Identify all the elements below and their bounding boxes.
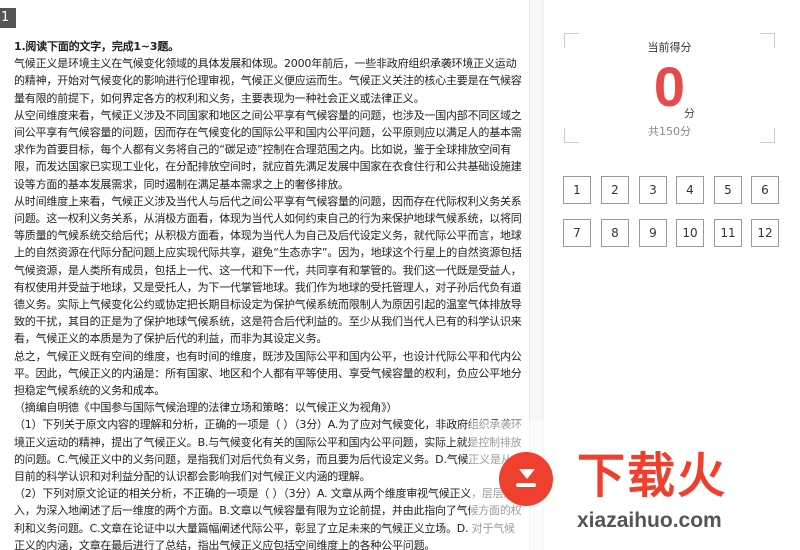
article-panel: 1 1.阅读下面的文字，完成1~3题。 气候正义是环境主义在气候变化领域的具体发… — [0, 0, 529, 550]
question-badge: 1 — [0, 8, 16, 28]
question-number-button[interactable]: 8 — [601, 219, 629, 247]
download-icon — [499, 452, 553, 506]
question-item: （1）下列关于原文内容的理解和分析，正确的一项是（ ）（3分）A.为了应对气候变… — [14, 418, 522, 484]
question-number-button[interactable]: 6 — [751, 176, 779, 204]
question-item: （2）下列对原文论证的相关分析，不正确的一项是（ ）（3分）A. 文章从两个维度… — [14, 487, 522, 550]
question-number-button[interactable]: 10 — [676, 219, 704, 247]
question-number-button[interactable]: 4 — [676, 176, 704, 204]
score-unit: 分 — [684, 107, 695, 120]
watermark-title: 下载火 — [577, 448, 728, 504]
article-paragraph: 气候正义是环境主义在气候变化领域的具体发展和体现。2000年前后，一些非政府组织… — [14, 57, 522, 105]
article-text: 1.阅读下面的文字，完成1~3题。 气候正义是环境主义在气候变化领域的具体发展和… — [14, 38, 522, 550]
question-number-button[interactable]: 2 — [601, 176, 629, 204]
article-paragraph: 总之，气候正义既有空间的维度，也有时间的维度，既涉及国际公平和国内公平，也设计代… — [14, 349, 522, 398]
article-source: （摘编自明德《中国参与国际气候治理的法律立场和策略：以气候正义为视角》） — [14, 401, 398, 415]
score-value: 0 — [653, 55, 686, 118]
score-total: 共150分 — [648, 125, 691, 138]
article-paragraph: 从空间维度来看，气候正义涉及不同国家和地区之间公平享有气候容量的问题，也涉及一国… — [14, 108, 522, 191]
question-number-button[interactable]: 9 — [639, 219, 667, 247]
question-number-button[interactable]: 3 — [639, 176, 667, 204]
question-number-button[interactable]: 11 — [714, 219, 742, 247]
watermark-url: xiazaihuo.com — [577, 509, 722, 532]
score-card: 当前得分 0 分 共150分 — [564, 33, 775, 143]
question-number-button[interactable]: 12 — [751, 219, 779, 247]
question-number-button[interactable]: 1 — [563, 176, 591, 204]
question-number-button[interactable]: 7 — [563, 219, 591, 247]
question-number-button[interactable]: 5 — [714, 176, 742, 204]
article-heading: 1.阅读下面的文字，完成1~3题。 — [14, 40, 179, 53]
article-paragraph: 从时间维度上来看，气候正义涉及当代人与后代之间公平享有气候容量的问题，因而存在代… — [14, 194, 522, 346]
